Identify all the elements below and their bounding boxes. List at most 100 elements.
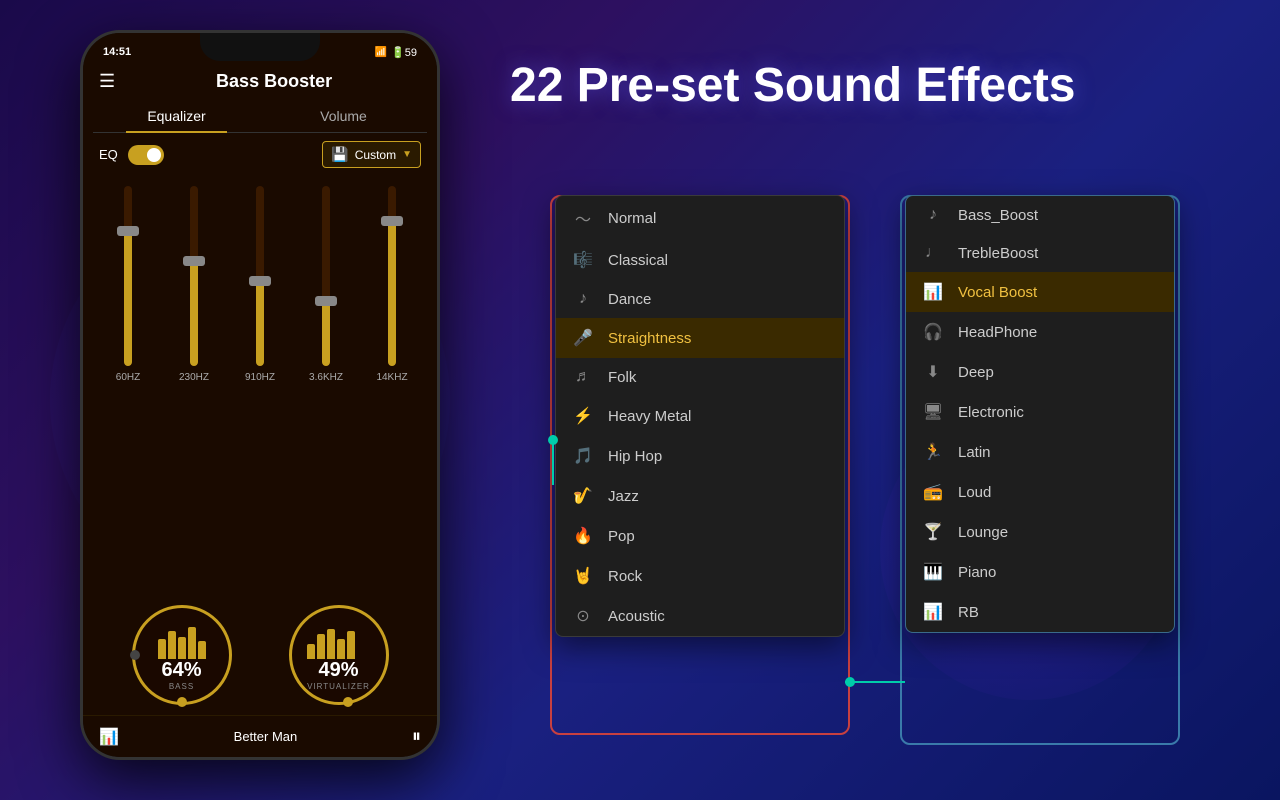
menu-item-headphone[interactable]: 🎧 HeadPhone [906,312,1174,352]
bass-knob[interactable]: 64% BASS [132,605,232,705]
virt-sublabel: VIRTUALIZER [307,682,370,691]
virt-bar-4 [337,639,345,659]
preset-label: Custom [355,148,396,162]
menu-item-normal[interactable]: 〜 Normal [556,196,844,240]
slider-fill-60hz [124,226,132,366]
menu-item-jazz[interactable]: 🎷 Jazz [556,476,844,516]
piano-icon: 🎹 [922,562,944,582]
menu-item-trebleboost[interactable]: ♩ TrebleBoost [906,234,1174,272]
pause-icon[interactable]: ⏸ [412,726,421,747]
slider-thumb-230hz[interactable] [183,256,205,266]
bass-sublabel: BASS [158,682,206,691]
chevron-down-icon: ▼ [402,149,412,160]
bass-bar-5 [198,641,206,659]
tab-volume[interactable]: Volume [260,100,427,132]
wifi-icon: 📶 [375,47,387,58]
phone-mockup: 14:51 ♪ 📶 🔋59 ☰ Bass Booster Equalizer V… [80,30,440,760]
connector-dot-2 [845,677,855,687]
tab-equalizer[interactable]: Equalizer [93,100,260,132]
slider-230hz: 230HZ [165,186,223,406]
acoustic-label: Acoustic [608,608,828,625]
knob-dot-virt [343,697,353,707]
slider-thumb-3600hz[interactable] [315,296,337,306]
menu-item-heavymetal[interactable]: ⚡ Heavy Metal [556,396,844,436]
rb-icon: 📊 [922,602,944,622]
menu-item-loud[interactable]: 📻 Loud [906,472,1174,512]
headphone-label: HeadPhone [958,324,1158,341]
menu-item-rb[interactable]: 📊 RB [906,592,1174,632]
menu-item-electronic[interactable]: 🖥 Electronic [906,392,1174,432]
menu-item-straightness[interactable]: 🎤 Straightness [556,318,844,358]
slider-track-910hz[interactable] [256,186,264,366]
vocalboost-icon: 📊 [922,282,944,302]
virt-bar-5 [347,631,355,659]
bass-bars [158,619,206,659]
slider-thumb-60hz[interactable] [117,226,139,236]
menu-item-acoustic[interactable]: ⊙ Acoustic [556,596,844,636]
preset-save-icon: 💾 [331,146,348,163]
phone-screen: 14:51 ♪ 📶 🔋59 ☰ Bass Booster Equalizer V… [83,33,437,757]
slider-14khz: 14KHZ [363,186,421,406]
hiphop-icon: 🎵 [572,446,594,466]
song-title: Better Man [129,729,402,744]
menu-icon[interactable]: ☰ [99,71,115,92]
normal-icon: 〜 [572,206,594,230]
knob-dot-bass [177,697,187,707]
virt-percent: 49% [307,659,370,682]
menu-item-lounge[interactable]: 🍸 Lounge [906,512,1174,552]
headphone-icon: 🎧 [922,322,944,342]
bassboost-icon: ♪ [922,206,944,224]
dance-icon: ♪ [572,290,594,308]
right-preset-dropdown: ♪ Bass_Boost ♩ TrebleBoost 📊 Vocal Boost… [905,195,1175,633]
eq-controls-row: EQ 💾 Custom ▼ [83,133,437,176]
acoustic-icon: ⊙ [572,606,594,626]
eq-sliders-area: 60HZ 230HZ 910HZ [83,176,437,595]
slider-track-3600hz[interactable] [322,186,330,366]
loud-icon: 📻 [922,482,944,502]
menu-item-classical[interactable]: 🎼 Classical [556,240,844,280]
bass-bar-4 [188,627,196,659]
menu-item-hiphop[interactable]: 🎵 Hip Hop [556,436,844,476]
menu-item-folk[interactable]: ♬ Folk [556,358,844,396]
menu-item-pop[interactable]: 🔥 Pop [556,516,844,556]
slider-fill-230hz [190,256,198,366]
electronic-label: Electronic [958,404,1158,421]
freq-label-230hz: 230HZ [179,372,209,383]
eq-toggle[interactable] [128,145,164,165]
connector-dot-1 [548,435,558,445]
tab-bar: Equalizer Volume [93,100,427,133]
slider-thumb-910hz[interactable] [249,276,271,286]
virtualizer-knob[interactable]: 49% VIRTUALIZER [289,605,389,705]
slider-track-60hz[interactable] [124,186,132,366]
slider-track-14khz[interactable] [388,186,396,366]
menu-item-dance[interactable]: ♪ Dance [556,280,844,318]
deep-label: Deep [958,364,1158,381]
slider-thumb-14khz[interactable] [381,216,403,226]
normal-label: Normal [608,210,828,227]
menu-item-rock[interactable]: 🤘 Rock [556,556,844,596]
bass-percent: 64% [158,659,206,682]
menu-item-piano[interactable]: 🎹 Piano [906,552,1174,592]
menu-item-latin[interactable]: 🏃 Latin [906,432,1174,472]
trebleboost-label: TrebleBoost [958,245,1158,262]
bass-bar-1 [158,639,166,659]
folk-icon: ♬ [572,368,594,386]
jazz-label: Jazz [608,488,828,505]
latin-label: Latin [958,444,1158,461]
menu-item-bassboost[interactable]: ♪ Bass_Boost [906,196,1174,234]
menu-item-deep[interactable]: ⬇ Deep [906,352,1174,392]
bassboost-label: Bass_Boost [958,207,1158,224]
freq-label-910hz: 910HZ [245,372,275,383]
equalizer-small-icon: 📊 [99,727,119,747]
slider-track-230hz[interactable] [190,186,198,366]
folk-label: Folk [608,369,828,386]
lounge-label: Lounge [958,524,1158,541]
knob-inner-bass: 64% BASS [158,619,206,691]
phone-notch [200,33,320,61]
status-time: 14:51 [103,46,131,58]
preset-selector[interactable]: 💾 Custom ▼ [322,141,421,168]
virtualizer-bars [307,619,370,659]
knobs-area: 64% BASS [83,595,437,715]
menu-item-vocalboost[interactable]: 📊 Vocal Boost [906,272,1174,312]
loud-label: Loud [958,484,1158,501]
